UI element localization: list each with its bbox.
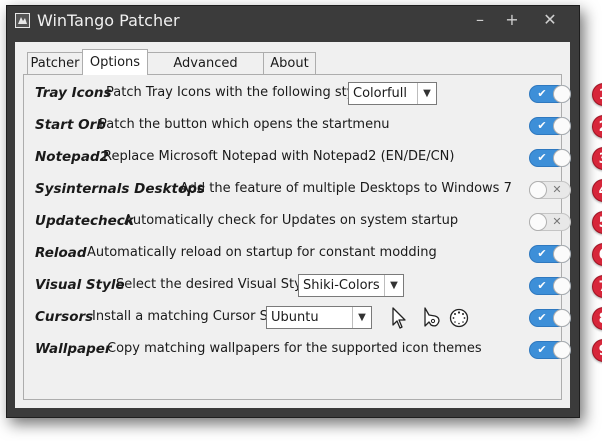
toggle-knob — [529, 181, 547, 199]
step-badge: 4 — [592, 179, 602, 202]
select-value: Colorfull — [353, 86, 407, 101]
chevron-down-icon: ▼ — [384, 275, 403, 296]
visual-style-toggle[interactable]: ✔ — [529, 277, 571, 295]
step-badge: 2 — [592, 115, 602, 138]
check-icon: ✔ — [537, 247, 547, 260]
option-label: Wallpaper — [35, 341, 112, 357]
wallpaper-toggle[interactable]: ✔ — [529, 341, 571, 359]
check-icon: ✔ — [537, 279, 547, 292]
tab-patcher[interactable]: Patcher — [27, 52, 83, 74]
updatecheck-toggle[interactable]: ✕ — [529, 213, 571, 231]
app-window: WinTango Patcher – + ✕ Patcher Options A… — [6, 5, 602, 418]
option-description: Add the feature of multiple Desktops to … — [180, 181, 512, 196]
option-label: Start Orb — [35, 117, 106, 133]
close-icon: ✕ — [552, 183, 562, 196]
tray-style-select[interactable]: Colorfull ▼ — [348, 82, 437, 105]
maximize-button[interactable]: + — [497, 9, 527, 31]
tab-about[interactable]: About — [263, 52, 316, 74]
select-value: Shiki-Colors — [303, 278, 380, 293]
tab-advanced-options[interactable]: Advanced Options — [147, 52, 264, 92]
step-badge: 7 — [592, 275, 602, 298]
option-label: Tray Icons — [35, 85, 112, 101]
step-badge: 6 — [592, 243, 602, 266]
hand-cursor-icon — [424, 307, 440, 327]
toggle-knob — [553, 277, 571, 295]
option-description: Install a matching Cursor Set: — [92, 309, 286, 324]
toggle-knob — [553, 149, 571, 167]
start-orb-toggle[interactable]: ✔ — [529, 117, 571, 135]
option-label: Cursors — [35, 309, 94, 325]
chevron-down-icon: ▼ — [417, 83, 436, 104]
option-description: Patch the button which opens the startme… — [99, 117, 390, 132]
toggle-knob — [553, 341, 571, 359]
step-badge: 9 — [592, 339, 602, 362]
toggle-knob — [553, 245, 571, 263]
cursor-set-select[interactable]: Ubuntu ▼ — [266, 306, 372, 329]
option-label: Notepad2 — [35, 149, 110, 165]
cursors-toggle[interactable]: ✔ — [529, 309, 571, 327]
notepad2-toggle[interactable]: ✔ — [529, 149, 571, 167]
option-description: Copy matching wallpapers for the support… — [107, 341, 482, 356]
option-label: Visual Style — [35, 277, 125, 293]
step-badge: 1 — [592, 83, 602, 106]
toggle-knob — [529, 213, 547, 231]
tab-options[interactable]: Options — [82, 49, 148, 75]
select-value: Ubuntu — [271, 310, 319, 325]
check-icon: ✔ — [537, 87, 547, 100]
toggle-knob — [553, 117, 571, 135]
check-icon: ✔ — [537, 343, 547, 356]
window-title: WinTango Patcher — [37, 11, 180, 30]
toggle-knob — [553, 309, 571, 327]
step-badge: 3 — [592, 147, 602, 170]
check-icon: ✔ — [537, 311, 547, 324]
option-description: Replace Microsoft Notepad with Notepad2 … — [103, 149, 455, 164]
option-description: Select the desired Visual Style: — [116, 277, 318, 292]
option-description: Patch Tray Icons with the following styl… — [106, 85, 371, 100]
option-label: Updatecheck — [35, 213, 134, 229]
option-label: Reload — [35, 245, 87, 261]
visual-style-select[interactable]: Shiki-Colors ▼ — [298, 274, 404, 297]
close-icon: ✕ — [552, 215, 562, 228]
step-badge: 8 — [592, 307, 602, 330]
chevron-down-icon: ▼ — [352, 307, 371, 328]
arrow-cursor-icon — [392, 307, 406, 329]
check-icon: ✔ — [537, 151, 547, 164]
title-bar[interactable]: WinTango Patcher – + ✕ — [7, 6, 579, 36]
sysinternals-desktops-toggle[interactable]: ✕ — [529, 181, 571, 199]
reload-toggle[interactable]: ✔ — [529, 245, 571, 263]
busy-cursor-icon — [449, 308, 469, 328]
close-button[interactable]: ✕ — [535, 9, 565, 31]
option-description: Automatically reload on startup for cons… — [87, 245, 437, 260]
toggle-knob — [553, 85, 571, 103]
step-badge: 5 — [592, 211, 602, 234]
app-icon — [15, 13, 30, 28]
check-icon: ✔ — [537, 119, 547, 132]
option-description: Automatically check for Updates on syste… — [124, 213, 459, 228]
minimize-button[interactable]: – — [465, 9, 495, 31]
tray-icons-toggle[interactable]: ✔ — [529, 85, 571, 103]
